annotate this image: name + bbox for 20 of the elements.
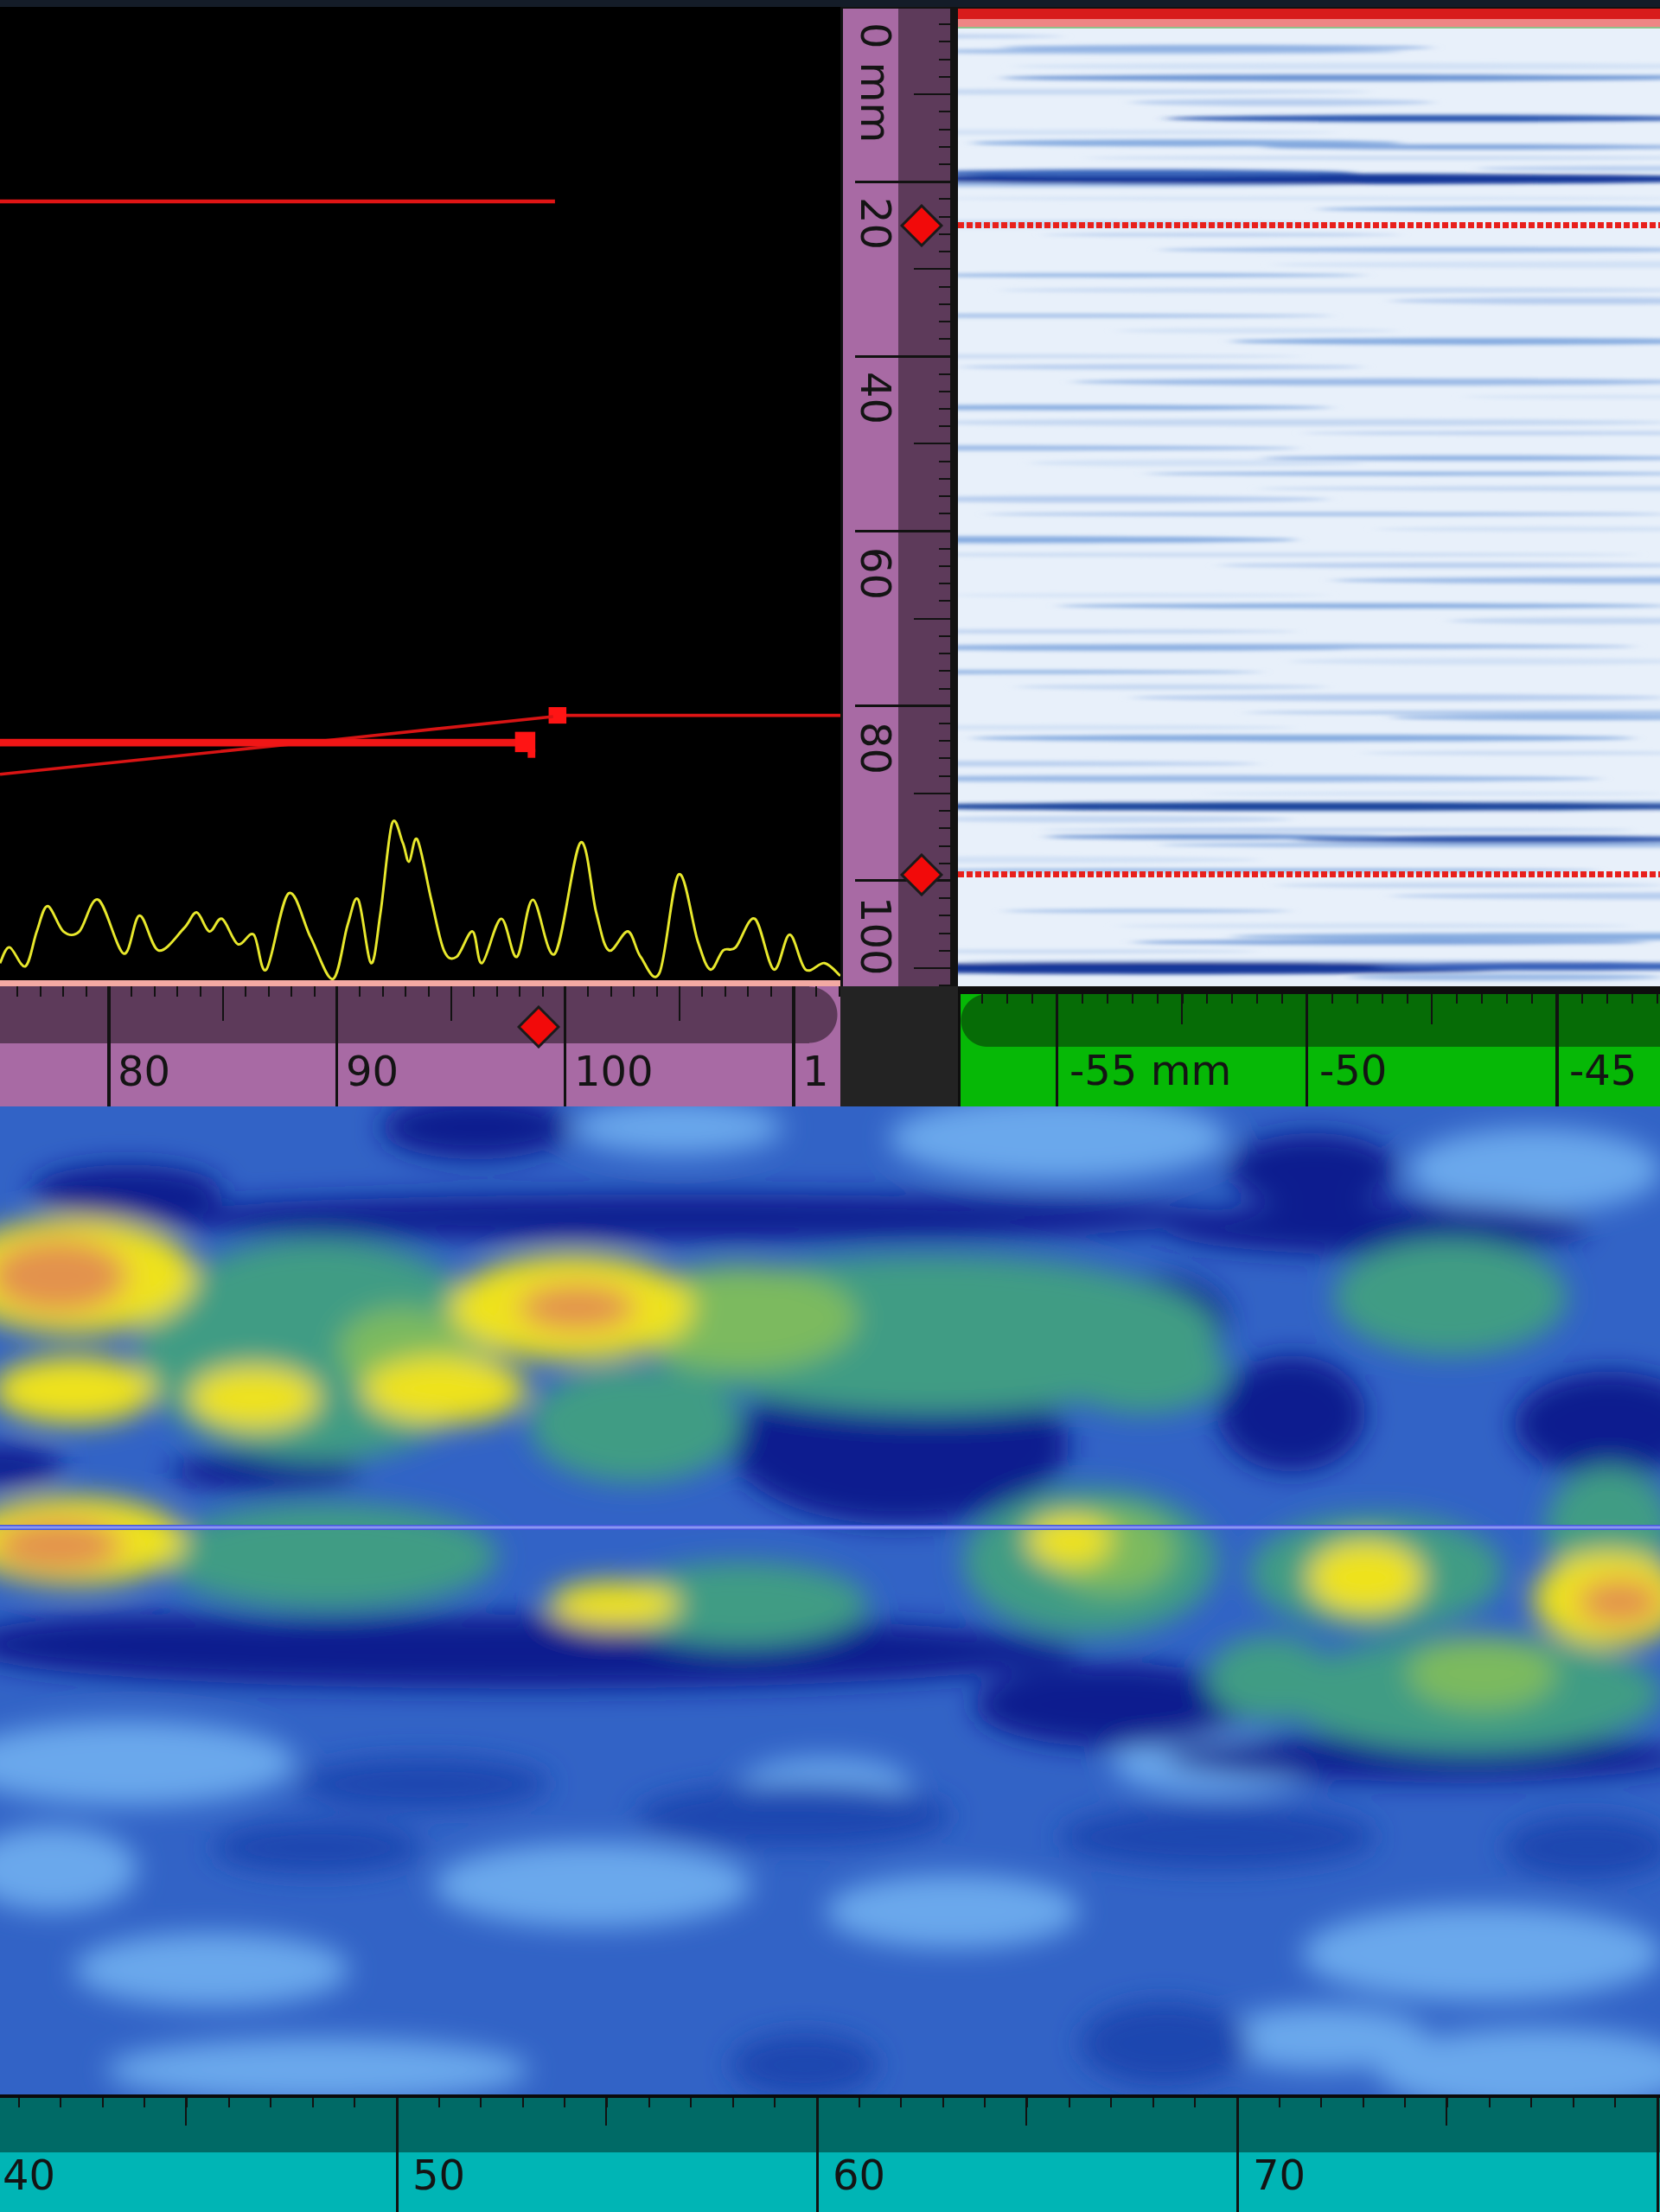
ruler-label: 40 bbox=[851, 372, 900, 425]
ruler-label: 40 bbox=[3, 2151, 56, 2201]
ruler-label: 70 bbox=[1253, 2151, 1306, 2201]
ruler-label: 50 bbox=[412, 2151, 466, 2201]
ruler-label: -50 bbox=[1319, 1046, 1388, 1096]
cursor-handle[interactable] bbox=[517, 1005, 561, 1049]
ruler-label: -55 mm bbox=[1069, 1046, 1232, 1096]
ruler-label: 60 bbox=[851, 546, 900, 600]
ruler-label: 100 bbox=[851, 896, 900, 976]
ruler-label: 100 bbox=[574, 1047, 654, 1097]
ruler-label: 80 bbox=[118, 1047, 171, 1097]
ruler-label: 80 bbox=[851, 721, 900, 775]
cursor-handle[interactable] bbox=[900, 853, 943, 897]
ruler-label: 20 bbox=[851, 197, 900, 251]
ruler-label: -45 bbox=[1569, 1046, 1638, 1096]
ruler-label: 1 bbox=[802, 1047, 829, 1097]
ruler-label: 90 bbox=[346, 1047, 399, 1097]
ruler-label: 60 bbox=[833, 2151, 886, 2201]
cursor-handle[interactable] bbox=[900, 204, 943, 248]
ruler-label: 0 mm bbox=[851, 22, 900, 143]
